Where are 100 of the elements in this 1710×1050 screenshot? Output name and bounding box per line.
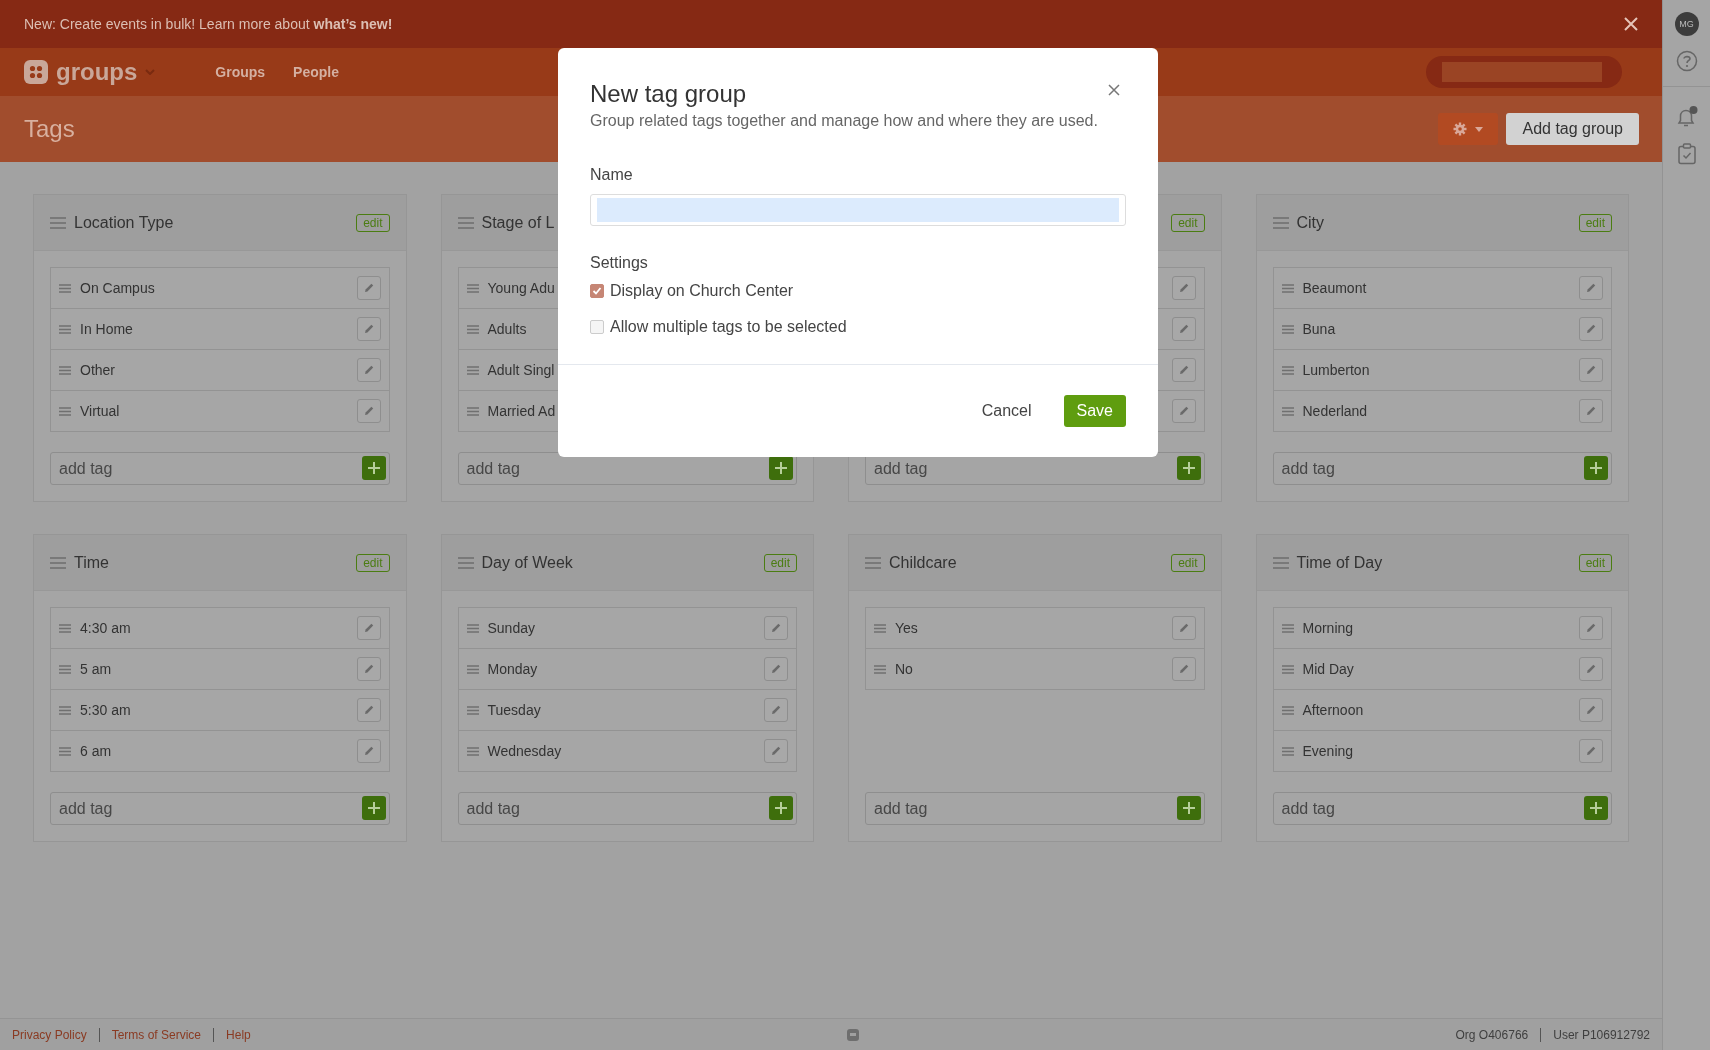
edit-tag-button[interactable] bbox=[764, 616, 788, 640]
drag-handle-icon[interactable] bbox=[865, 556, 881, 569]
drag-handle-icon[interactable] bbox=[50, 216, 66, 229]
edit-tag-button[interactable] bbox=[1579, 657, 1603, 681]
edit-button[interactable]: edit bbox=[1578, 213, 1612, 232]
add-button[interactable] bbox=[1584, 796, 1608, 820]
drag-handle-icon[interactable] bbox=[466, 623, 479, 633]
drag-handle-icon[interactable] bbox=[1272, 556, 1289, 569]
edit-tag-button[interactable] bbox=[764, 698, 788, 722]
add-tag-field[interactable]: add tag bbox=[1272, 452, 1612, 485]
edit-tag-button[interactable] bbox=[1579, 399, 1603, 423]
drag-handle-icon[interactable] bbox=[59, 664, 71, 674]
drag-handle-icon[interactable] bbox=[457, 216, 474, 229]
drag-handle-icon[interactable] bbox=[466, 406, 479, 416]
edit-tag-button[interactable] bbox=[356, 399, 381, 423]
add-button[interactable] bbox=[1176, 456, 1201, 480]
footer-link[interactable]: Help bbox=[226, 1027, 251, 1042]
add-tag-field[interactable]: add tag bbox=[50, 792, 390, 825]
edit-tag-button[interactable] bbox=[356, 358, 381, 382]
add-button[interactable] bbox=[769, 456, 793, 480]
nav-link[interactable]: Groups bbox=[215, 64, 266, 80]
edit-button[interactable]: edit bbox=[1171, 213, 1205, 232]
nav-link[interactable]: People bbox=[293, 64, 339, 80]
footer-link[interactable]: Privacy Policy bbox=[12, 1027, 87, 1042]
clipboard-icon[interactable] bbox=[1676, 143, 1697, 165]
drag-handle-icon[interactable] bbox=[59, 324, 71, 334]
add-tag-field[interactable]: add tag bbox=[457, 792, 797, 825]
drag-handle-icon[interactable] bbox=[874, 623, 886, 633]
settings-dropdown-button[interactable] bbox=[1438, 113, 1499, 145]
name-input-field[interactable] bbox=[590, 194, 1126, 226]
add-tag-group-button[interactable]: Add tag group bbox=[1506, 113, 1639, 145]
footer-link[interactable]: Terms of Service bbox=[111, 1027, 202, 1042]
drag-handle-icon[interactable] bbox=[466, 664, 479, 674]
edit-tag-button[interactable] bbox=[1579, 739, 1603, 763]
edit-button[interactable]: edit bbox=[356, 213, 390, 232]
edit-tag-button[interactable] bbox=[356, 616, 381, 640]
drag-handle-icon[interactable] bbox=[1281, 324, 1294, 334]
add-button[interactable] bbox=[1176, 796, 1201, 820]
edit-tag-button[interactable] bbox=[356, 698, 381, 722]
add-tag-field[interactable]: add tag bbox=[865, 792, 1205, 825]
edit-tag-button[interactable] bbox=[1171, 616, 1196, 640]
drag-handle-icon[interactable] bbox=[1281, 746, 1294, 756]
edit-button[interactable]: edit bbox=[763, 553, 797, 572]
drag-handle-icon[interactable] bbox=[1281, 705, 1294, 715]
drag-handle-icon[interactable] bbox=[466, 283, 479, 293]
add-button[interactable] bbox=[361, 796, 386, 820]
edit-tag-button[interactable] bbox=[1579, 616, 1603, 640]
drag-handle-icon[interactable] bbox=[466, 365, 479, 375]
edit-tag-button[interactable] bbox=[356, 276, 381, 300]
drag-handle-icon[interactable] bbox=[59, 746, 71, 756]
edit-tag-button[interactable] bbox=[1171, 657, 1196, 681]
edit-tag-button[interactable] bbox=[1171, 399, 1196, 423]
add-button[interactable] bbox=[361, 456, 386, 480]
edit-tag-button[interactable] bbox=[356, 739, 381, 763]
edit-tag-button[interactable] bbox=[764, 739, 788, 763]
avatar[interactable]: MG bbox=[1674, 12, 1699, 36]
edit-button[interactable]: edit bbox=[356, 553, 390, 572]
drag-handle-icon[interactable] bbox=[466, 746, 479, 756]
drag-handle-icon[interactable] bbox=[1281, 406, 1294, 416]
drag-handle-icon[interactable] bbox=[50, 556, 66, 569]
drag-handle-icon[interactable] bbox=[1281, 623, 1294, 633]
edit-tag-button[interactable] bbox=[764, 657, 788, 681]
drag-handle-icon[interactable] bbox=[59, 406, 71, 416]
checkbox[interactable] bbox=[590, 320, 604, 334]
edit-tag-button[interactable] bbox=[1171, 317, 1196, 341]
drag-handle-icon[interactable] bbox=[466, 705, 479, 715]
edit-tag-button[interactable] bbox=[1171, 358, 1196, 382]
drag-handle-icon[interactable] bbox=[59, 365, 71, 375]
add-tag-field[interactable]: add tag bbox=[50, 452, 390, 485]
checkbox[interactable] bbox=[590, 284, 604, 298]
close-icon[interactable] bbox=[1108, 84, 1120, 96]
add-button[interactable] bbox=[1584, 456, 1608, 480]
dropdown-field[interactable] bbox=[1426, 56, 1622, 88]
edit-button[interactable]: edit bbox=[1171, 553, 1205, 572]
drag-handle-icon[interactable] bbox=[59, 705, 71, 715]
drag-handle-icon[interactable] bbox=[874, 664, 886, 674]
edit-tag-button[interactable] bbox=[1171, 276, 1196, 300]
add-tag-field[interactable]: add tag bbox=[1272, 792, 1612, 825]
caret-icon[interactable] bbox=[145, 69, 156, 75]
save-button[interactable]: Save bbox=[1063, 395, 1126, 427]
edit-button[interactable]: edit bbox=[1578, 553, 1612, 572]
drag-handle-icon[interactable] bbox=[1272, 216, 1289, 229]
drag-handle-icon[interactable] bbox=[59, 283, 71, 293]
cancel-button[interactable]: Cancel bbox=[975, 401, 1038, 421]
help-icon[interactable] bbox=[1675, 50, 1698, 72]
drag-handle-icon[interactable] bbox=[457, 556, 474, 569]
drag-handle-icon[interactable] bbox=[466, 324, 479, 334]
app-name[interactable]: groups bbox=[56, 58, 138, 86]
edit-tag-button[interactable] bbox=[1579, 698, 1603, 722]
drag-handle-icon[interactable] bbox=[1281, 283, 1294, 293]
add-button[interactable] bbox=[769, 796, 793, 820]
drag-handle-icon[interactable] bbox=[1281, 664, 1294, 674]
edit-tag-button[interactable] bbox=[356, 657, 381, 681]
drag-handle-icon[interactable] bbox=[59, 623, 71, 633]
drag-handle-icon[interactable] bbox=[1281, 365, 1294, 375]
edit-tag-button[interactable] bbox=[1579, 276, 1603, 300]
edit-tag-button[interactable] bbox=[1579, 358, 1603, 382]
close-icon[interactable] bbox=[1624, 17, 1638, 31]
edit-tag-button[interactable] bbox=[1579, 317, 1603, 341]
edit-tag-button[interactable] bbox=[356, 317, 381, 341]
